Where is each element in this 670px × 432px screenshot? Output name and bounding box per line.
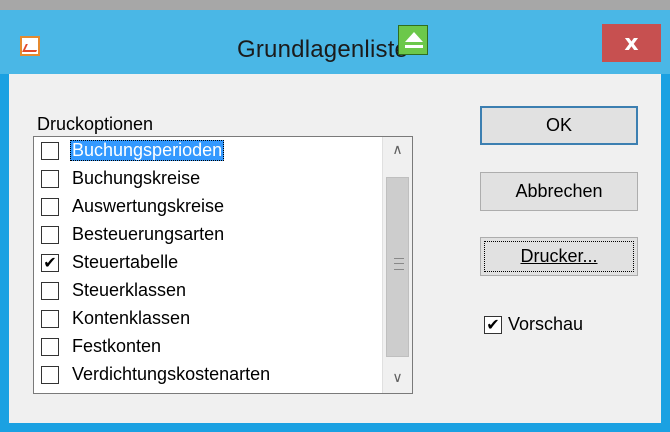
list-items: Buchungsperioden Buchungskreise Auswertung… xyxy=(34,137,382,393)
printer-button[interactable]: Drucker... xyxy=(480,237,638,276)
option-label: Kontenklassen xyxy=(72,308,191,328)
option-checkbox[interactable] xyxy=(41,198,59,216)
list-item[interactable]: Auswertungskreise xyxy=(34,193,382,221)
vertical-scrollbar[interactable]: ∧ ∨ xyxy=(382,137,412,393)
eject-icon xyxy=(398,25,428,55)
print-options-list[interactable]: Buchungsperioden Buchungskreise Auswertung… xyxy=(33,136,413,394)
option-checkbox[interactable] xyxy=(41,338,59,356)
list-item[interactable]: Festkonten xyxy=(34,333,382,361)
option-label: Auswertungskreise xyxy=(72,196,225,216)
dialog-window: Grundlagenliste x Druckoptionen Buchungs… xyxy=(0,0,670,432)
option-label: Festkonten xyxy=(72,336,162,356)
option-label: Buchungsperioden xyxy=(70,140,225,161)
grip-icon xyxy=(394,258,404,270)
list-item[interactable]: Verdichtungskostenarten xyxy=(34,361,382,389)
option-checkbox[interactable] xyxy=(41,170,59,188)
title-bar[interactable]: Grundlagenliste x xyxy=(0,10,670,74)
option-label: Steuertabelle xyxy=(72,252,179,272)
option-label: Buchungskreise xyxy=(72,168,201,188)
background-strip xyxy=(0,0,670,10)
window-title: Grundlagenliste xyxy=(237,36,409,63)
option-checkbox[interactable] xyxy=(41,282,59,300)
chevron-down-icon[interactable]: ∨ xyxy=(383,365,412,391)
list-item[interactable]: Buchungsperioden xyxy=(34,137,382,165)
option-checkbox[interactable] xyxy=(41,310,59,328)
cancel-button[interactable]: Abbrechen xyxy=(480,172,638,211)
option-label: Verdichtungskostenarten xyxy=(72,364,271,384)
print-options-label: Druckoptionen xyxy=(37,114,154,134)
preview-label[interactable]: Vorschau xyxy=(508,314,583,335)
report-icon xyxy=(20,36,40,56)
cancel-label: Abbrechen xyxy=(515,181,603,201)
preview-checkbox[interactable]: ✔ xyxy=(484,316,502,334)
list-item[interactable]: Steuerklassen xyxy=(34,277,382,305)
option-checkbox[interactable]: ✔ xyxy=(41,254,59,272)
list-item[interactable]: Besteuerungsarten xyxy=(34,221,382,249)
option-checkbox[interactable] xyxy=(41,366,59,384)
list-item[interactable]: Kontenklassen xyxy=(34,305,382,333)
list-item[interactable]: ✔ Steuertabelle xyxy=(34,249,382,277)
list-item[interactable]: Buchungskreise xyxy=(34,165,382,193)
ok-label: OK xyxy=(545,115,572,135)
focus-rectangle xyxy=(484,241,634,272)
dialog-client: Druckoptionen Buchungsperioden Buchungskr… xyxy=(9,74,661,423)
option-checkbox[interactable] xyxy=(41,142,59,160)
chevron-up-icon[interactable]: ∧ xyxy=(383,137,412,163)
close-button[interactable]: x xyxy=(602,24,661,62)
ok-button[interactable]: OK xyxy=(480,106,638,145)
option-checkbox[interactable] xyxy=(41,226,59,244)
option-label: Steuerklassen xyxy=(72,280,187,300)
option-label: Besteuerungsarten xyxy=(72,224,225,244)
scroll-thumb[interactable] xyxy=(386,177,409,357)
